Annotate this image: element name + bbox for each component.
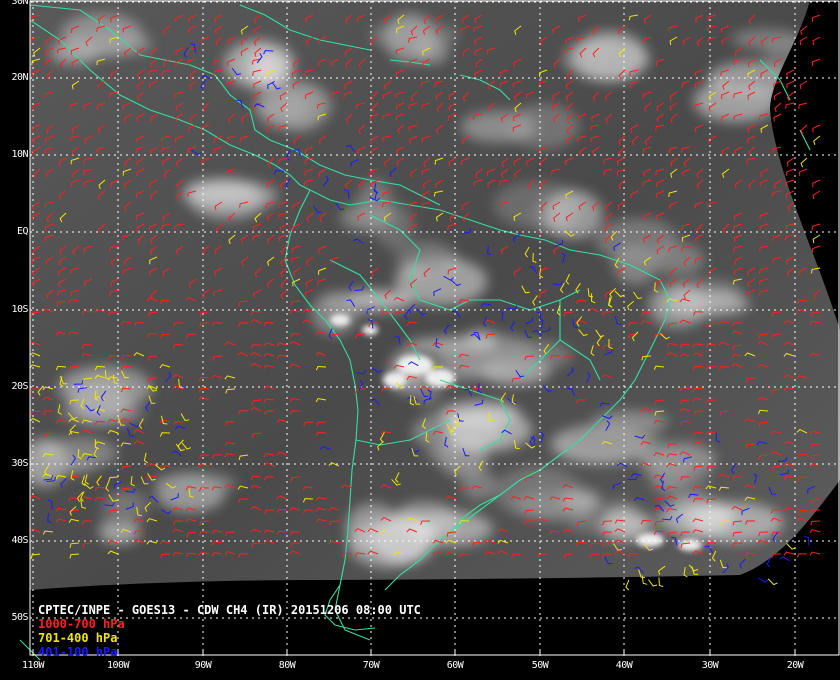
- latitude-label: 30S: [11, 458, 28, 469]
- wind-barb: [787, 91, 795, 101]
- wind-barb: [812, 190, 821, 200]
- satellite-wind-map: 30N 20N 10N EQ 10S 20S 30S 40S 50S 110W 100W 90W 80…: [0, 0, 840, 680]
- longitude-label: 70W: [362, 660, 380, 671]
- wind-barb: [658, 577, 664, 588]
- wind-barb: [786, 543, 796, 550]
- latitude-label: 50S: [11, 612, 28, 623]
- wind-barb: [779, 556, 790, 562]
- latitude-label: EQ: [16, 226, 29, 237]
- latitude-label: 30N: [11, 0, 28, 7]
- legend-item-mid: 701-400 hPa: [38, 631, 118, 645]
- longitude-label: 90W: [194, 660, 212, 671]
- latitude-label: 20S: [11, 381, 28, 392]
- wind-barb: [783, 551, 795, 556]
- wind-barb: [786, 168, 795, 177]
- wind-barb: [799, 168, 808, 177]
- wind-barb: [813, 135, 821, 145]
- wind-barb: [771, 553, 782, 559]
- longitude-label: 30W: [701, 660, 719, 671]
- wind-barb: [798, 102, 808, 109]
- latitude-label: 40S: [11, 535, 28, 546]
- wind-barb: [812, 58, 821, 66]
- longitude-label: 80W: [278, 660, 296, 671]
- map-canvas: [19, 0, 840, 661]
- longitude-label: 100W: [106, 660, 130, 671]
- wind-barb: [809, 551, 821, 556]
- latitude-label: 10S: [11, 304, 28, 315]
- latitude-label: 10N: [11, 149, 28, 160]
- longitude-label: 60W: [446, 660, 464, 671]
- wind-barb: [810, 520, 821, 526]
- wind-barb: [758, 577, 769, 583]
- longitude-label: 40W: [615, 660, 633, 671]
- latitude-label: 20N: [11, 72, 28, 83]
- wind-barb: [811, 14, 821, 22]
- wind-barb: [773, 113, 782, 122]
- wind-barb: [811, 223, 821, 231]
- coastline: [799, 129, 811, 151]
- longitude-label: 20W: [786, 660, 804, 671]
- wind-barb: [796, 553, 808, 558]
- wind-barb: [811, 245, 821, 253]
- wind-barb: [786, 69, 795, 78]
- longitude-label: 110W: [21, 660, 45, 671]
- wind-barb: [774, 102, 782, 113]
- wind-barb: [800, 124, 808, 135]
- wind-barb: [812, 179, 821, 188]
- wind-barb: [812, 124, 821, 133]
- legend-item-high: 401-100 hPa: [38, 645, 118, 659]
- wind-barb: [786, 157, 795, 167]
- legend-item-low: 1000-700 hPa: [38, 617, 125, 631]
- caption-legend: CPTEC/INPE - GOES13 - CDW CH4 (IR) 20151…: [38, 603, 421, 659]
- wind-barb: [767, 578, 778, 586]
- wind-barb: [625, 579, 630, 591]
- map-title: CPTEC/INPE - GOES13 - CDW CH4 (IR) 20151…: [38, 603, 421, 617]
- wind-barb: [809, 529, 821, 534]
- wind-barb: [786, 80, 795, 89]
- wind-barb: [800, 25, 808, 35]
- satellite-imagery: [30, 0, 840, 590]
- wind-barb: [800, 157, 808, 168]
- wind-barb: [799, 36, 808, 45]
- wind-barb: [799, 80, 808, 90]
- wind-barb: [785, 102, 795, 109]
- wind-barb: [812, 36, 821, 45]
- wind-barb: [648, 579, 658, 587]
- wind-barb: [773, 91, 782, 101]
- longitude-label: 50W: [531, 660, 549, 671]
- wind-barb: [812, 234, 821, 244]
